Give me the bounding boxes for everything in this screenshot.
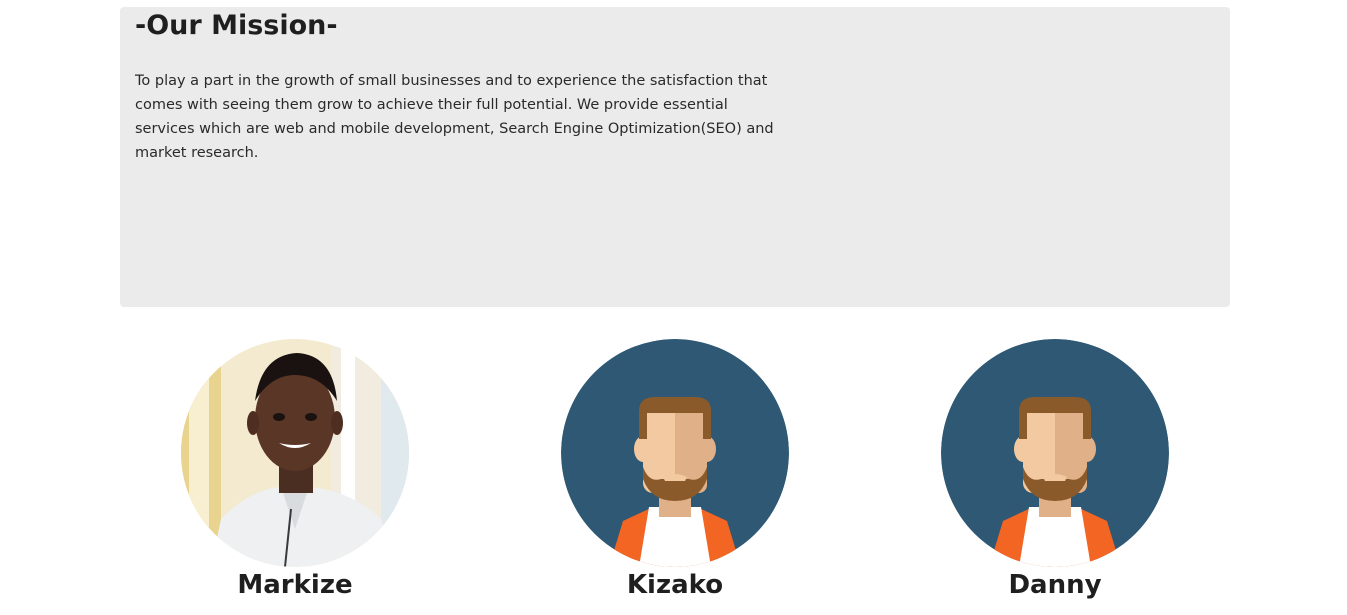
team-member-card: Markize — [181, 339, 409, 601]
team-member-card: Danny — [941, 339, 1169, 601]
mission-section: -Our Mission- To play a part in the grow… — [120, 7, 1230, 307]
mission-title: -Our Mission- — [135, 10, 338, 41]
team-member-name: Markize — [237, 570, 353, 600]
team-member-name: Kizako — [626, 570, 724, 600]
avatar-bearded-man-icon — [561, 339, 789, 567]
team-member-photo — [181, 339, 409, 567]
team-member-name: Danny — [1008, 570, 1102, 600]
mission-text: To play a part in the growth of small bu… — [135, 73, 774, 161]
portrait-photo-icon — [181, 339, 409, 567]
avatar-bearded-man-icon — [941, 339, 1169, 567]
team-member-card: Kizako — [561, 339, 789, 601]
